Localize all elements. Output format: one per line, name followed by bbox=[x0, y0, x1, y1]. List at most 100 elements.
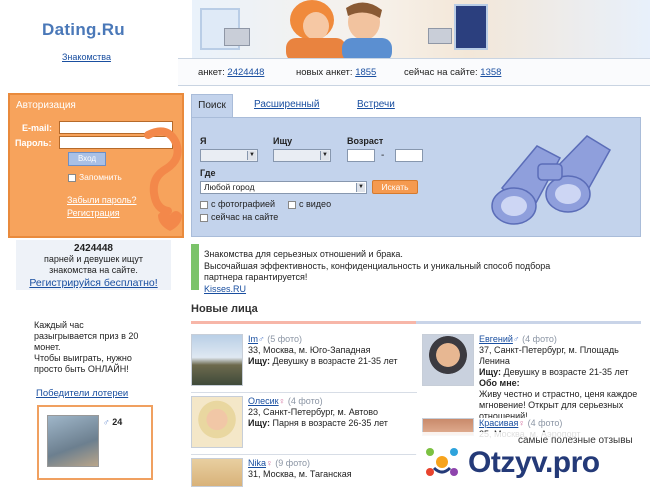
profile-info: 33, Москва, м. Юго-Западная bbox=[248, 345, 371, 355]
age-dash: - bbox=[381, 150, 385, 161]
site-logo[interactable]: Dating.Ru bbox=[42, 20, 125, 40]
email-label: E-mail: bbox=[22, 123, 53, 133]
profile-photo[interactable] bbox=[191, 458, 243, 487]
profile-name-link[interactable]: Nika bbox=[248, 458, 266, 468]
promo-link[interactable]: Kisses.RU bbox=[204, 284, 246, 294]
winner-age: ♂ 24 bbox=[103, 417, 123, 427]
age-label: Возраст bbox=[347, 136, 384, 146]
profile-photo[interactable] bbox=[191, 334, 243, 386]
profile-name-link[interactable]: Красивая bbox=[479, 418, 518, 428]
tab-meetings[interactable]: Встречи bbox=[357, 99, 395, 110]
members-count-box: 2424448 парней и девушек ищут знакомства… bbox=[16, 240, 171, 290]
members-count-text-1: парней и девушек ищут bbox=[43, 254, 144, 264]
profiles-stat: анкет: 2424448 bbox=[198, 67, 265, 78]
search-panel: Я ▼ Ищу ▼ Возраст - Где Любой город ▼ Иск… bbox=[191, 117, 641, 237]
profile-photo[interactable] bbox=[191, 396, 243, 448]
new-faces-divider bbox=[191, 321, 641, 324]
couple-illustration bbox=[286, 0, 392, 58]
male-icon: ♂ bbox=[512, 334, 520, 344]
tab-search[interactable]: Поиск bbox=[191, 94, 233, 118]
laptop-illustration bbox=[428, 28, 452, 44]
profile-card[interactable]: Nika♀ (9 фото) 31, Москва, м. Таганская bbox=[191, 458, 417, 487]
profile-name-link[interactable]: Im bbox=[248, 334, 258, 344]
promo-block: Знакомства для серьезных отношений и бра… bbox=[204, 249, 564, 295]
dating-link[interactable]: Знакомства bbox=[62, 52, 111, 62]
photo-count: (4 фото) bbox=[527, 418, 563, 428]
promo-line-3: партнера гарантируется! bbox=[204, 272, 308, 282]
female-icon: ♀ bbox=[518, 418, 526, 428]
lottery-text-4: Чтобы выиграть, нужно bbox=[34, 353, 132, 363]
photo-count: (9 фото) bbox=[275, 458, 311, 468]
new-profiles-stat: новых анкет: 1855 bbox=[296, 67, 377, 78]
seek-label: Ищу bbox=[273, 136, 293, 146]
age-to-input[interactable] bbox=[395, 149, 423, 162]
seek-gender-select[interactable]: ▼ bbox=[273, 149, 331, 162]
lottery-winners-link[interactable]: Победители лотереи bbox=[36, 388, 128, 399]
search-tabs: Поиск Расширенный Встречи bbox=[191, 94, 641, 118]
login-box: Авторизация E-mail: Пароль: Вход Запомни… bbox=[8, 93, 184, 238]
otzyv-watermark: самые полезные отзывы Otzyv.pro bbox=[416, 432, 650, 487]
checkbox-icon[interactable] bbox=[288, 200, 296, 209]
lottery-info: Каждый час разыгрывается приз в 20 монет… bbox=[34, 320, 154, 375]
city-select[interactable]: Любой город ▼ bbox=[200, 181, 367, 194]
login-title: Авторизация bbox=[16, 100, 76, 111]
register-free-link[interactable]: Регистрируйся бесплатно! bbox=[16, 278, 171, 289]
new-faces-title: Новые лица bbox=[191, 303, 258, 315]
online-now-checkbox[interactable]: сейчас на сайте bbox=[200, 212, 278, 222]
profiles-count-link[interactable]: 2424448 bbox=[227, 67, 264, 78]
online-count-link[interactable]: 1358 bbox=[480, 67, 501, 78]
header: Dating.Ru Знакомства анкет: 2424448 новы… bbox=[0, 0, 650, 88]
with-video-checkbox[interactable]: с видео bbox=[288, 199, 331, 209]
profile-name-link[interactable]: Евгений bbox=[479, 334, 513, 344]
computer-illustration bbox=[224, 28, 250, 46]
about-label: Обо мне: bbox=[479, 378, 520, 388]
header-banner-illustration bbox=[192, 0, 650, 58]
search-button[interactable]: Искать bbox=[372, 180, 418, 194]
with-photo-checkbox[interactable]: с фотографией bbox=[200, 199, 275, 209]
lottery-text-3: монет. bbox=[34, 342, 61, 352]
site-stats-bar: анкет: 2424448 новых анкет: 1855 сейчас … bbox=[178, 58, 650, 86]
profile-card[interactable]: Im♂ (5 фото) 33, Москва, м. Юго-Западная… bbox=[191, 334, 417, 393]
profile-name-link[interactable]: Олесик bbox=[248, 396, 279, 406]
lottery-text-5: просто быть ОНЛАЙН! bbox=[34, 364, 129, 374]
checkbox-icon[interactable] bbox=[200, 200, 208, 209]
lottery-text-2: разыгрывается приз в 20 bbox=[34, 331, 139, 341]
i-label: Я bbox=[200, 136, 207, 146]
dropdown-arrow-icon[interactable]: ▼ bbox=[247, 151, 256, 160]
checkbox-icon[interactable] bbox=[68, 173, 76, 182]
lottery-text-1: Каждый час bbox=[34, 320, 84, 330]
profile-info: 23, Санкт-Петербург, м. Автово bbox=[248, 407, 378, 417]
dropdown-arrow-icon[interactable]: ▼ bbox=[320, 151, 329, 160]
where-label: Где bbox=[200, 168, 216, 178]
lottery-winner-card[interactable]: ♂ 24 bbox=[37, 405, 153, 480]
promo-tag bbox=[191, 244, 199, 290]
profile-card[interactable]: Евгений♂ (4 фото) 37, Санкт-Петербург, м… bbox=[422, 334, 644, 421]
tab-advanced[interactable]: Расширенный bbox=[254, 99, 319, 110]
profile-seek: Парня в возрасте 26-35 лет bbox=[272, 418, 388, 428]
male-icon: ♂ bbox=[103, 417, 110, 427]
password-label: Пароль: bbox=[15, 138, 52, 148]
login-button[interactable]: Вход bbox=[68, 152, 106, 166]
winner-photo[interactable] bbox=[47, 415, 99, 467]
otzyv-logo-icon bbox=[426, 448, 458, 476]
checkbox-icon[interactable] bbox=[200, 213, 208, 222]
forgot-password-link[interactable]: Забыли пароль? bbox=[67, 195, 136, 205]
female-icon: ♀ bbox=[278, 396, 286, 406]
profile-card[interactable]: Олесик♀ (4 фото) 23, Санкт-Петербург, м.… bbox=[191, 396, 417, 455]
new-profiles-count-link[interactable]: 1855 bbox=[355, 67, 376, 78]
photo-count: (5 фото) bbox=[267, 334, 303, 344]
age-from-input[interactable] bbox=[347, 149, 375, 162]
seek-label: Ищу: bbox=[248, 356, 270, 366]
watermark-brand: Otzyv.pro bbox=[468, 446, 600, 479]
remember-checkbox[interactable]: Запомнить bbox=[68, 172, 122, 182]
night-window-illustration bbox=[454, 4, 488, 50]
profile-info: 31, Москва, м. Таганская bbox=[248, 469, 352, 479]
gender-select[interactable]: ▼ bbox=[200, 149, 258, 162]
heart-hook-illustration bbox=[144, 127, 182, 231]
photo-count: (4 фото) bbox=[522, 334, 557, 344]
register-link[interactable]: Регистрация bbox=[67, 208, 120, 218]
dropdown-arrow-icon[interactable]: ▼ bbox=[356, 183, 365, 192]
card-separator bbox=[191, 392, 417, 393]
profile-seek: Девушку в возрасте 21-35 лет bbox=[503, 367, 629, 377]
profile-photo[interactable] bbox=[422, 334, 474, 386]
